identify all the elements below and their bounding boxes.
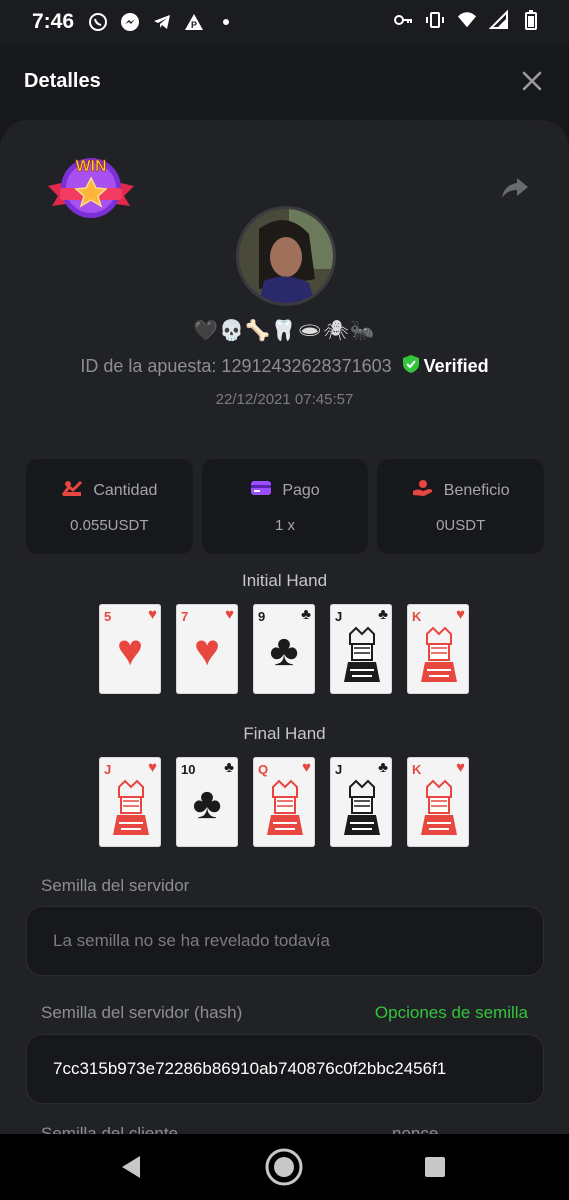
server-seed-hash-field[interactable]: 7cc315b973e72286b86910ab740876c0f2bbc245… [26, 1034, 544, 1104]
card-suit-icon: ♣ [378, 759, 388, 776]
card-rank: J [335, 762, 343, 777]
stat-profit-label: Beneficio [443, 481, 510, 499]
shield-check-icon [402, 354, 420, 379]
final-hand-title: Final Hand [243, 724, 326, 743]
back-icon[interactable] [119, 1154, 143, 1185]
svg-text:P: P [191, 20, 197, 30]
card-center-suit-icon: ♥ [193, 626, 221, 675]
face-card-figure-icon [109, 779, 153, 837]
card-center-suit-icon: ♣ [192, 779, 222, 828]
face-card-figure-icon [340, 779, 384, 837]
page-title: Detalles [24, 70, 101, 92]
stats-row: Cantidad 0.055USDT Pago 1 x Beneficio 0U… [26, 459, 545, 554]
playing-card: K ♥ [407, 757, 469, 847]
messenger-icon [120, 12, 140, 32]
share-icon[interactable] [501, 176, 529, 200]
card-suit-icon: ♣ [378, 606, 388, 623]
stat-amount: Cantidad 0.055USDT [26, 459, 193, 554]
stat-amount-value: 0.055USDT [70, 517, 149, 534]
playing-card: 10 ♣ ♣ [176, 757, 238, 847]
card-suit-icon: ♣ [301, 606, 311, 623]
verified-label: Verified [423, 356, 489, 376]
status-bar: 7:46 P [0, 0, 569, 44]
card-center-suit-icon: ♥ [116, 626, 144, 675]
status-time: 7:46 [32, 10, 75, 33]
card-icon [250, 479, 272, 502]
dot-icon [216, 12, 236, 32]
initial-hand: 5 ♥ ♥ 7 ♥ ♥ 9 ♣ ♣ J ♣ K ♥ [99, 604, 469, 694]
playing-card: 7 ♥ ♥ [176, 604, 238, 694]
playing-card: 9 ♣ ♣ [253, 604, 315, 694]
face-card-figure-icon [417, 779, 461, 837]
final-hand: J ♥ 10 ♣ ♣ Q ♥ J ♣ K ♥ [99, 757, 469, 847]
home-icon[interactable] [264, 1147, 304, 1187]
bet-date: 22/12/2021 07:45:57 [215, 391, 354, 408]
card-suit-icon: ♣ [224, 759, 234, 776]
card-rank: 5 [104, 609, 112, 624]
system-nav-bar [0, 1134, 569, 1200]
nonce-label: nonce [392, 1124, 439, 1134]
card-rank: J [104, 762, 112, 777]
verified-badge: Verified [402, 354, 489, 379]
card-rank: J [335, 609, 343, 624]
stat-profit-value: 0USDT [436, 517, 486, 534]
card-rank: Q [258, 762, 269, 777]
bet-id-label: ID de la apuesta: 12912432628371603 [80, 356, 392, 376]
hand-coin-icon [412, 479, 434, 502]
card-center-suit-icon: ♣ [269, 626, 299, 675]
card-suit-icon: ♥ [302, 759, 311, 776]
card-rank: 7 [181, 609, 189, 624]
playing-card: K ♥ [407, 604, 469, 694]
svg-text:WIN: WIN [75, 158, 106, 175]
card-rank: K [412, 762, 422, 777]
card-suit-icon: ♥ [456, 606, 465, 623]
telegram-icon [152, 12, 172, 32]
card-rank: K [412, 609, 422, 624]
playing-card: J ♣ [330, 604, 392, 694]
bet-id-row: ID de la apuesta: 12912432628371603 Veri… [0, 354, 569, 379]
card-suit-icon: ♥ [148, 759, 157, 776]
stat-payout-value: 1 x [275, 517, 296, 534]
server-seed-hash-label: Semilla del servidor (hash) [41, 1003, 243, 1022]
client-seed-label: Semilla del cliente [41, 1124, 179, 1134]
server-seed-label: Semilla del servidor [41, 876, 190, 895]
card-suit-icon: ♥ [456, 759, 465, 776]
card-rank: 10 [181, 762, 196, 777]
server-seed-hash-value: 7cc315b973e72286b86910ab740876c0f2bbc245… [53, 1059, 447, 1078]
server-seed-value: La semilla no se ha revelado todavía [53, 931, 330, 950]
face-card-figure-icon [263, 779, 307, 837]
playing-card: Q ♥ [253, 757, 315, 847]
playing-card: J ♣ [330, 757, 392, 847]
vibrate-icon [425, 10, 445, 30]
stat-profit: Beneficio 0USDT [377, 459, 545, 554]
signal-icon [489, 10, 509, 30]
win-badge-icon: WIN [46, 154, 136, 222]
card-suit-icon: ♥ [225, 606, 234, 623]
seed-options-link[interactable]: Opciones de semilla [375, 1003, 528, 1023]
wifi-icon [457, 10, 477, 30]
card-rank: 9 [258, 609, 266, 624]
stat-payout-label: Pago [282, 481, 320, 499]
card-suit-icon: ♥ [148, 606, 157, 623]
key-icon [393, 10, 413, 30]
playing-card: 5 ♥ ♥ [99, 604, 161, 694]
playing-card: J ♥ [99, 757, 161, 847]
warning-icon: P [184, 12, 204, 32]
stat-amount-label: Cantidad [93, 481, 158, 499]
details-sheet: WIN 🖤💀🦴🦷🕳🕷🐜 ID de la apuesta: 1291243262… [0, 120, 569, 1134]
close-icon[interactable] [521, 70, 543, 92]
stat-payout: Pago 1 x [201, 459, 369, 554]
header: Detalles [0, 44, 569, 120]
initial-hand-title: Initial Hand [241, 571, 328, 590]
server-seed-field[interactable]: La semilla no se ha revelado todavía [26, 906, 544, 976]
coins-icon [61, 479, 83, 502]
avatar[interactable] [236, 206, 336, 306]
emoji-row: 🖤💀🦴🦷🕳🕷🐜 [193, 320, 376, 342]
face-card-figure-icon [417, 626, 461, 684]
whatsapp-icon [88, 12, 108, 32]
recent-apps-icon[interactable] [425, 1157, 445, 1177]
battery-icon [521, 10, 541, 30]
face-card-figure-icon [340, 626, 384, 684]
